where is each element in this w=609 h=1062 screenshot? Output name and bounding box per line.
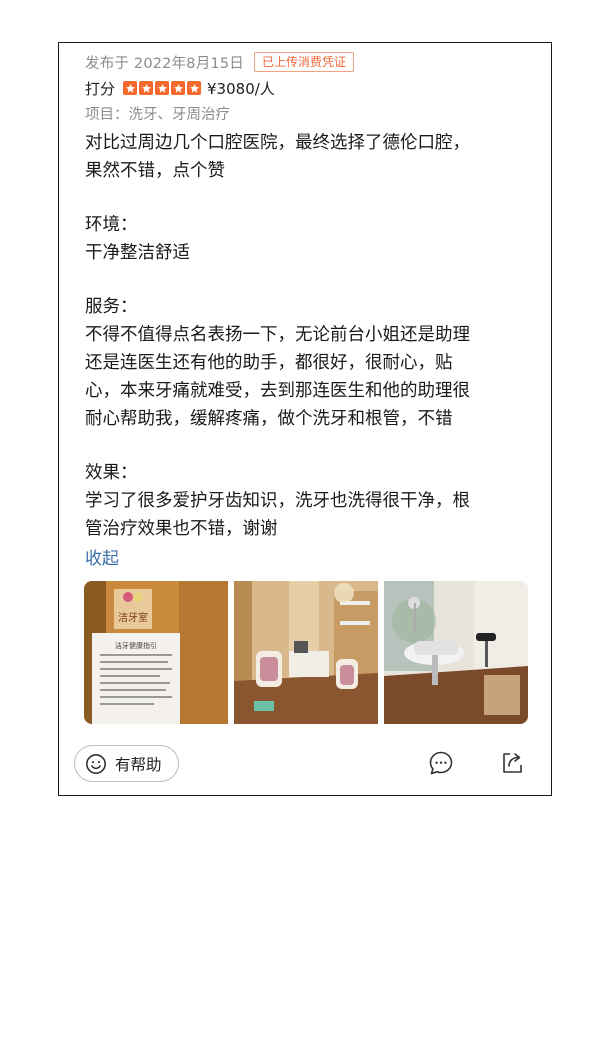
clinic-office-photo[interactable] <box>234 581 378 724</box>
sign-text: 洁牙室 <box>118 611 148 624</box>
review-text: 对比过周边几个口腔医院，最终选择了德伦口腔， 果然不错，点个赞 环境： 干净整洁… <box>85 129 525 543</box>
review-line: 果然不错，点个赞 <box>85 161 225 181</box>
clinic-sign-photo[interactable]: 洁牙室 洁牙健康指引 <box>84 581 228 724</box>
rating-stars <box>123 81 202 95</box>
dental-chair-photo[interactable] <box>384 581 528 724</box>
review-line: 对比过周边几个口腔医院，最终选择了德伦口腔， <box>85 133 470 153</box>
notice-title: 洁牙健康指引 <box>115 641 157 650</box>
review-line: 不得不值得点名表扬一下，无论前台小姐还是助理 <box>85 325 470 345</box>
star-icon <box>123 81 138 95</box>
review-line: 耐心帮助我，缓解疼痛，做个洗牙和根管，不错 <box>85 409 453 429</box>
review-line: 学习了很多爱护牙齿知识，洗牙也洗得很干净，根 <box>85 491 470 511</box>
review-card: 发布于 2022年8月15日 已上传消费凭证 打分 ¥3080/人 项目：洗牙、… <box>58 42 552 796</box>
review-line: 心，本来牙痛就难受，去到那连医生和他的助理很 <box>85 381 470 401</box>
helpful-button[interactable]: 有帮助 <box>74 745 179 782</box>
star-icon <box>187 81 202 95</box>
helpful-label: 有帮助 <box>115 755 162 774</box>
star-icon <box>155 81 170 95</box>
photo-gallery: 洁牙室 洁牙健康指引 <box>84 581 528 724</box>
post-date: 发布于 2022年8月15日 <box>85 55 244 72</box>
review-line: 干净整洁舒适 <box>85 243 190 263</box>
smile-icon <box>85 753 107 775</box>
review-line: 管治疗效果也不错，谢谢 <box>85 519 278 539</box>
review-line: 还是连医生还有他的助手，都很好，很耐心，贴 <box>85 353 453 373</box>
collapse-link[interactable]: 收起 <box>85 544 119 569</box>
score-label: 打分 <box>85 79 116 98</box>
receipt-badge: 已上传消费凭证 <box>254 52 355 72</box>
star-icon <box>139 81 154 95</box>
section-heading-service: 服务： <box>85 297 138 317</box>
project-tags: 项目：洗牙、牙周治疗 <box>85 107 230 123</box>
star-icon <box>171 81 186 95</box>
section-heading-environment: 环境： <box>85 215 138 235</box>
share-icon[interactable] <box>499 750 525 776</box>
review-meta: 发布于 2022年8月15日 已上传消费凭证 <box>85 51 355 73</box>
price-per-person: ¥3080/人 <box>207 79 275 98</box>
score-row: 打分 ¥3080/人 <box>85 77 275 99</box>
comment-icon[interactable] <box>428 750 454 776</box>
section-heading-effect: 效果： <box>85 463 138 483</box>
